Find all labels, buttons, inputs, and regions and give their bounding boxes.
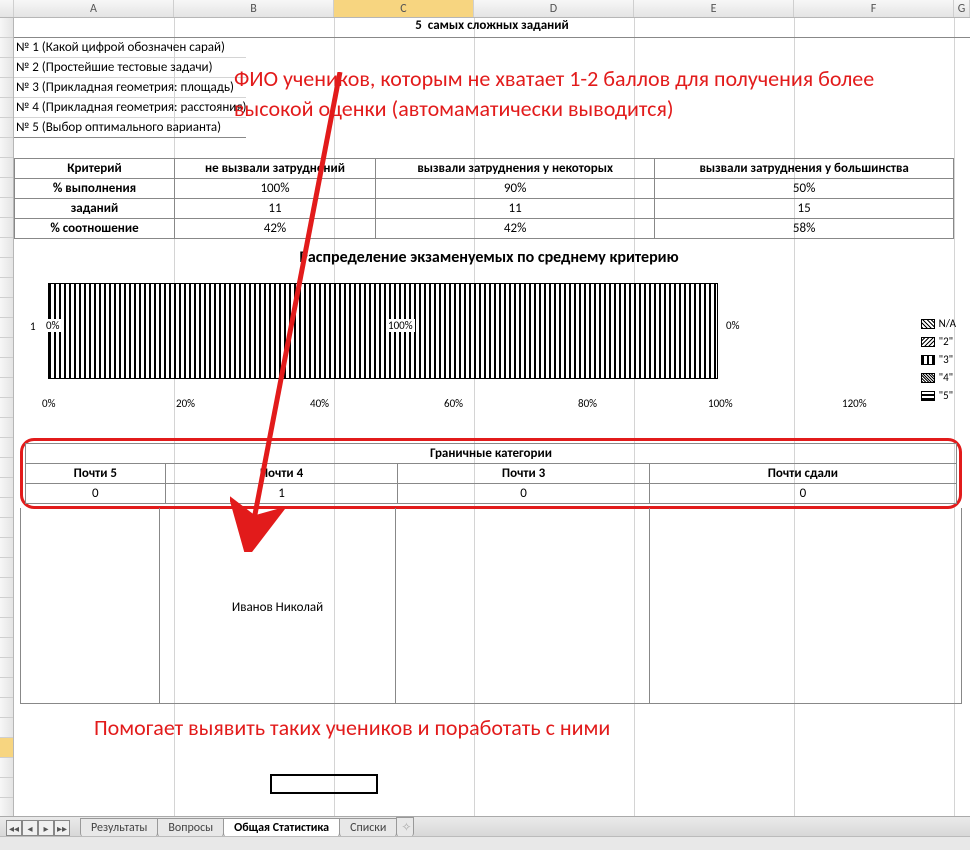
col-header[interactable]: G	[954, 0, 970, 17]
horizontal-scrollbar[interactable]	[0, 836, 970, 850]
table-header: Критерий	[15, 159, 175, 179]
sheet-tab[interactable]: Списки	[339, 818, 397, 837]
chart-title: Распределение экзаменуемых по среднему к…	[24, 248, 954, 267]
col-header[interactable]: F	[794, 0, 954, 17]
bar-segment	[48, 283, 718, 379]
list-item: № 1 (Какой цифрой обозначен сарай)	[14, 38, 246, 58]
chart-legend: N/A "2" "3" "4" "5"	[921, 315, 956, 405]
annotation-callout-1: ФИО учеников, которым не хватает 1-2 бал…	[234, 64, 934, 124]
col-header[interactable]: D	[474, 0, 634, 17]
sheet-tab[interactable]: Результаты	[80, 818, 158, 837]
col-header[interactable]: A	[14, 0, 174, 17]
tab-nav-next-icon[interactable]: ▸	[38, 820, 54, 836]
table-header: не вызвали затруднений	[175, 159, 376, 179]
column-headers[interactable]: A B C D E F G	[0, 0, 970, 18]
tab-nav-prev-icon[interactable]: ◂	[22, 820, 38, 836]
worksheet-area[interactable]: 5 самых сложных заданий № 1 (Какой цифро…	[14, 18, 970, 816]
boundary-categories: Граничные категории Почти 5 Почти 4 Почт…	[20, 438, 962, 509]
criteria-table: Критерий не вызвали затруднений вызвали …	[14, 158, 954, 239]
tab-nav-first-icon[interactable]: ◂◂	[6, 820, 22, 836]
boundary-names: Иванов Николай	[20, 508, 962, 704]
col-header[interactable]: B	[174, 0, 334, 17]
list-item: № 2 (Простейшие тестовые задачи)	[14, 58, 246, 78]
sheet-tab-active[interactable]: Общая Статистика	[223, 818, 340, 837]
tab-nav-last-icon[interactable]: ▸▸	[54, 820, 70, 836]
sheet-tabs-bar[interactable]: ◂◂ ◂ ▸ ▸▸ Результаты Вопросы Общая Стати…	[0, 816, 970, 836]
list-item: № 5 (Выбор оптимального варианта)	[14, 118, 246, 138]
list-item: № 4 (Прикладная геометрия: расстояния)	[14, 98, 246, 118]
distribution-chart: Распределение экзаменуемых по среднему к…	[24, 248, 954, 428]
col-header[interactable]: E	[634, 0, 794, 17]
col-header[interactable]: C	[334, 0, 474, 17]
sheet-tab[interactable]: Вопросы	[157, 818, 224, 837]
new-sheet-icon[interactable]: ✧	[396, 817, 414, 837]
boundary-title: Граничные категории	[26, 444, 957, 464]
table-header: вызвали затруднения у большинства	[655, 159, 954, 179]
hardest-tasks-list: № 1 (Какой цифрой обозначен сарай) № 2 (…	[14, 38, 246, 138]
list-item: № 3 (Прикладная геометрия: площадь)	[14, 78, 246, 98]
table-header: вызвали затруднения у некоторых	[375, 159, 654, 179]
chart-x-axis: 0% 20% 40% 60% 80% 100% 120%	[48, 395, 954, 413]
student-name: Иванов Николай	[160, 600, 395, 615]
active-cell[interactable]	[270, 774, 378, 794]
row-headers[interactable]	[0, 18, 14, 816]
tab-nav-buttons[interactable]: ◂◂ ◂ ▸ ▸▸	[6, 820, 70, 836]
annotation-callout-2: Помогает выявить таких учеников и порабо…	[94, 714, 610, 741]
section-title: 5 самых сложных заданий	[14, 18, 970, 38]
